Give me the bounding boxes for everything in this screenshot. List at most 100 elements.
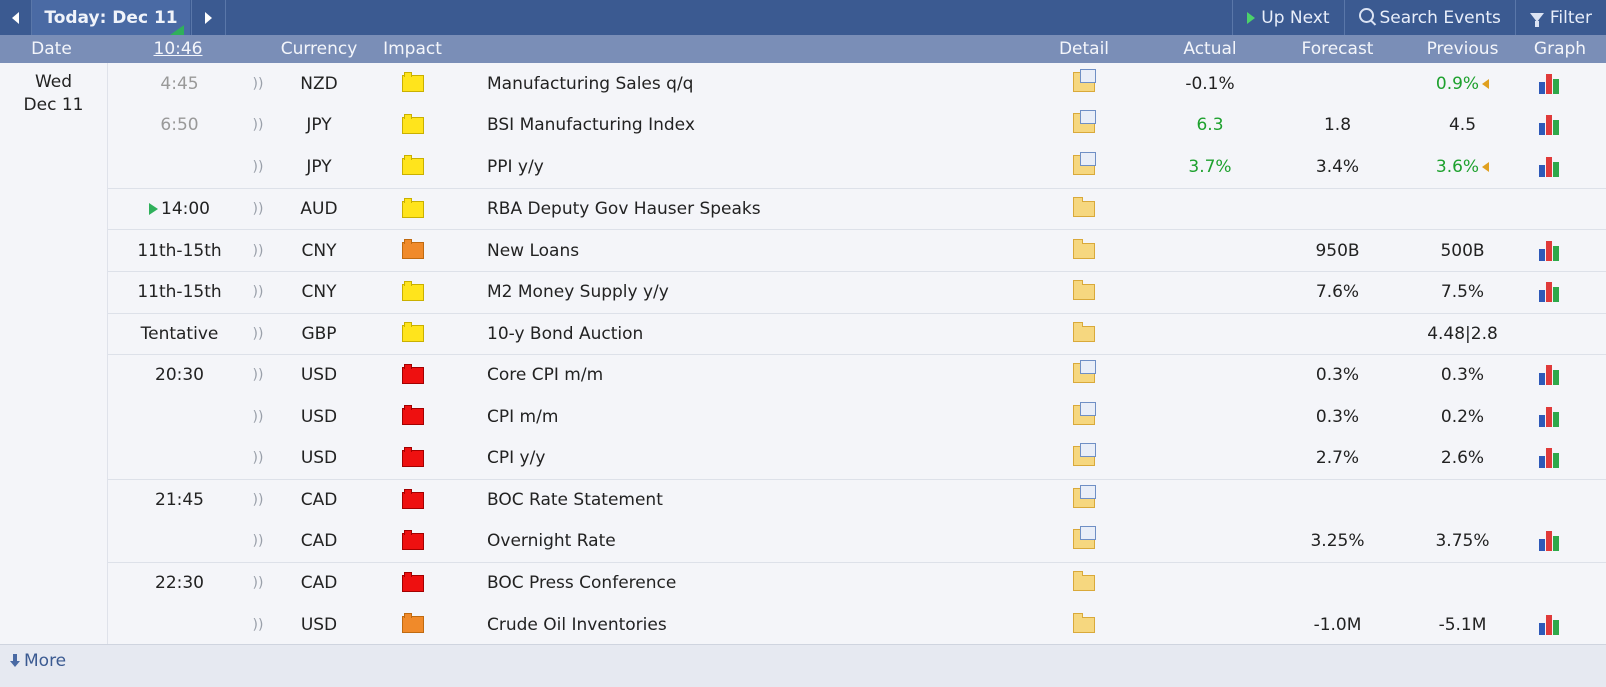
sound-icon[interactable]: )): [247, 146, 269, 188]
event-title[interactable]: PPI y/y: [487, 146, 1047, 188]
graph-button[interactable]: [1525, 563, 1575, 604]
table-row[interactable]: )) USD CPI m/m 0.3% 0.2%: [108, 396, 1606, 438]
header-impact: Impact: [383, 39, 442, 59]
sound-icon[interactable]: )): [247, 521, 269, 563]
more-button[interactable]: More: [10, 651, 66, 671]
table-row[interactable]: 11th-15th )) CNY M2 Money Supply y/y 7.6…: [108, 270, 1606, 313]
impact-icon[interactable]: [370, 63, 455, 105]
sound-icon[interactable]: )): [247, 63, 269, 105]
impact-icon[interactable]: [370, 396, 455, 438]
impact-icon[interactable]: [370, 272, 455, 313]
sound-icon[interactable]: )): [247, 272, 269, 313]
graph-button[interactable]: [1525, 480, 1575, 521]
detail-button[interactable]: [1048, 480, 1120, 521]
event-title[interactable]: Crude Oil Inventories: [487, 604, 1047, 646]
impact-icon[interactable]: [370, 146, 455, 188]
graph-button[interactable]: [1525, 189, 1575, 230]
table-row[interactable]: 20:30 )) USD Core CPI m/m 0.3% 0.3%: [108, 354, 1606, 396]
event-title[interactable]: M2 Money Supply y/y: [487, 272, 1047, 313]
event-title[interactable]: CPI m/m: [487, 396, 1047, 438]
table-row[interactable]: 22:30 )) CAD BOC Press Conference: [108, 562, 1606, 604]
detail-button[interactable]: [1048, 355, 1120, 396]
impact-icon[interactable]: [370, 314, 455, 355]
event-previous: [1400, 189, 1525, 230]
event-currency: CNY: [301, 240, 337, 261]
graph-button[interactable]: [1525, 272, 1575, 313]
impact-icon[interactable]: [370, 230, 455, 271]
detail-button[interactable]: [1048, 105, 1120, 147]
table-row[interactable]: 21:45 )) CAD BOC Rate Statement: [108, 478, 1606, 521]
detail-button[interactable]: [1048, 146, 1120, 188]
impact-icon[interactable]: [370, 189, 455, 230]
sound-icon[interactable]: )): [247, 480, 269, 521]
impact-icon[interactable]: [370, 355, 455, 396]
event-time-text: 4:45: [160, 73, 199, 94]
event-title[interactable]: BSI Manufacturing Index: [487, 105, 1047, 147]
event-title[interactable]: New Loans: [487, 230, 1047, 271]
table-row[interactable]: )) JPY PPI y/y 3.7% 3.4% 3.6%: [108, 146, 1606, 188]
next-day-button[interactable]: [191, 0, 226, 35]
detail-button[interactable]: [1048, 189, 1120, 230]
event-title[interactable]: CPI y/y: [487, 437, 1047, 479]
previous-day-button[interactable]: [0, 0, 32, 35]
detail-button[interactable]: [1048, 563, 1120, 604]
event-title[interactable]: BOC Press Conference: [487, 563, 1047, 604]
graph-button[interactable]: [1525, 355, 1575, 396]
table-row[interactable]: 14:00 )) AUD RBA Deputy Gov Hauser Speak…: [108, 187, 1606, 230]
table-row[interactable]: )) USD CPI y/y 2.7% 2.6%: [108, 437, 1606, 479]
event-title[interactable]: Overnight Rate: [487, 521, 1047, 563]
table-row[interactable]: )) CAD Overnight Rate 3.25% 3.75%: [108, 521, 1606, 563]
impact-folder-icon: [401, 363, 424, 384]
sound-icon[interactable]: )): [247, 189, 269, 230]
filter-button[interactable]: Filter: [1514, 0, 1606, 35]
graph-button[interactable]: [1525, 105, 1575, 147]
sound-icon[interactable]: )): [247, 437, 269, 479]
graph-button[interactable]: [1525, 604, 1575, 646]
detail-button[interactable]: [1048, 63, 1120, 105]
impact-icon[interactable]: [370, 563, 455, 604]
graph-button[interactable]: [1525, 396, 1575, 438]
table-row[interactable]: 6:50 )) JPY BSI Manufacturing Index 6.3 …: [108, 105, 1606, 147]
detail-button[interactable]: [1048, 604, 1120, 646]
graph-button[interactable]: [1525, 314, 1575, 355]
sound-icon[interactable]: )): [247, 230, 269, 271]
search-events-button[interactable]: Search Events: [1343, 0, 1515, 35]
event-title[interactable]: Core CPI m/m: [487, 355, 1047, 396]
up-next-button[interactable]: Up Next: [1232, 0, 1343, 35]
table-row[interactable]: )) USD Crude Oil Inventories -1.0M -5.1M: [108, 604, 1606, 646]
sound-icon[interactable]: )): [247, 355, 269, 396]
graph-button[interactable]: [1525, 230, 1575, 271]
impact-icon[interactable]: [370, 105, 455, 147]
detail-button[interactable]: [1048, 230, 1120, 271]
event-title[interactable]: Manufacturing Sales q/q: [487, 63, 1047, 105]
today-button[interactable]: Today: Dec 11: [32, 0, 190, 35]
detail-button[interactable]: [1048, 521, 1120, 563]
detail-button[interactable]: [1048, 314, 1120, 355]
graph-button[interactable]: [1525, 146, 1575, 188]
impact-icon[interactable]: [370, 604, 455, 646]
event-title[interactable]: RBA Deputy Gov Hauser Speaks: [487, 189, 1047, 230]
impact-icon[interactable]: [370, 480, 455, 521]
graph-button[interactable]: [1525, 521, 1575, 563]
event-previous-value: 0.2%: [1440, 406, 1485, 427]
sound-icon[interactable]: )): [247, 396, 269, 438]
header-date: Date: [31, 39, 72, 59]
event-title[interactable]: BOC Rate Statement: [487, 480, 1047, 521]
table-row[interactable]: 11th-15th )) CNY New Loans 950B 500B: [108, 229, 1606, 271]
folder-icon: [1073, 360, 1096, 384]
graph-button[interactable]: [1525, 437, 1575, 479]
sound-icon[interactable]: )): [247, 563, 269, 604]
sound-icon[interactable]: )): [247, 604, 269, 646]
detail-button[interactable]: [1048, 437, 1120, 479]
table-row[interactable]: Tentative )) GBP 10-y Bond Auction 4.48|…: [108, 312, 1606, 355]
sound-icon[interactable]: )): [247, 105, 269, 147]
graph-button[interactable]: [1525, 63, 1575, 105]
detail-button[interactable]: [1048, 272, 1120, 313]
impact-icon[interactable]: [370, 521, 455, 563]
impact-icon[interactable]: [370, 437, 455, 479]
event-title[interactable]: 10-y Bond Auction: [487, 314, 1047, 355]
sound-icon[interactable]: )): [247, 314, 269, 355]
header-current-time[interactable]: 10:46: [143, 35, 213, 63]
detail-button[interactable]: [1048, 396, 1120, 438]
table-row[interactable]: 4:45 )) NZD Manufacturing Sales q/q -0.1…: [108, 63, 1606, 105]
